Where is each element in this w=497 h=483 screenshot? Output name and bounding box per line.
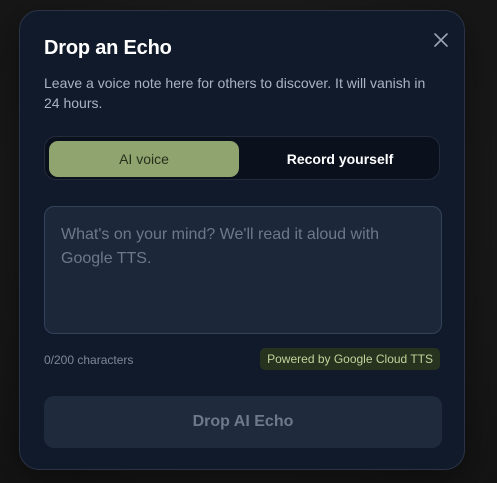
voice-mode-toggle: AI voice Record yourself xyxy=(44,136,440,180)
drop-ai-echo-button[interactable]: Drop AI Echo xyxy=(44,396,442,448)
echo-message-input[interactable] xyxy=(44,206,442,334)
close-button[interactable] xyxy=(432,31,450,49)
close-icon xyxy=(434,33,448,47)
tab-ai-voice[interactable]: AI voice xyxy=(49,141,239,177)
character-count: 0/200 characters xyxy=(44,353,134,367)
modal-title: Drop an Echo xyxy=(44,37,172,59)
drop-echo-modal: Drop an Echo Leave a voice note here for… xyxy=(19,10,465,470)
modal-subtitle: Leave a voice note here for others to di… xyxy=(44,75,426,111)
tab-record-yourself[interactable]: Record yourself xyxy=(245,141,435,177)
tts-provider-badge: Powered by Google Cloud TTS xyxy=(260,348,440,370)
